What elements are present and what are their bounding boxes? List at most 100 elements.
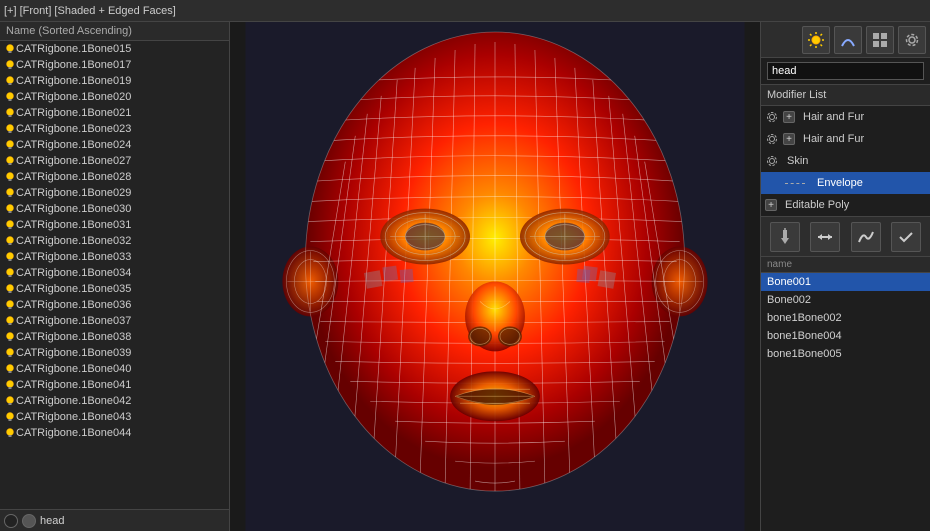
bone-list-header: name xyxy=(761,257,930,273)
list-item[interactable]: CATRigbone.1Bone024 xyxy=(0,137,229,153)
list-item[interactable]: CATRigbone.1Bone044 xyxy=(0,425,229,441)
list-item-label: CATRigbone.1Bone038 xyxy=(16,331,131,343)
list-item[interactable]: CATRigbone.1Bone037 xyxy=(0,313,229,329)
list-item[interactable]: CATRigbone.1Bone020 xyxy=(0,89,229,105)
bone-list-item[interactable]: Bone001 xyxy=(761,273,930,291)
modifier-list-label: Modifier List xyxy=(761,85,930,106)
pin-button[interactable] xyxy=(770,222,800,252)
list-item[interactable]: CATRigbone.1Bone027 xyxy=(0,153,229,169)
modifier-label: Skin xyxy=(787,155,808,167)
list-item[interactable]: CATRigbone.1Bone032 xyxy=(0,233,229,249)
list-item-label: CATRigbone.1Bone015 xyxy=(16,43,131,55)
viewport-top-bar: [+] [Front] [Shaded + Edged Faces] xyxy=(0,0,930,22)
list-item[interactable]: CATRigbone.1Bone038 xyxy=(0,329,229,345)
modifier-item[interactable]: Envelope xyxy=(761,172,930,194)
gear-mod-icon xyxy=(765,110,779,124)
modifier-item[interactable]: + Hair and Fur xyxy=(761,128,930,150)
gear-mod-icon xyxy=(765,154,779,168)
bulb-icon xyxy=(4,283,16,295)
bone-list-left[interactable]: CATRigbone.1Bone015 CATRigbone.1Bone017 CA… xyxy=(0,41,229,509)
viewport-label: [+] [Front] [Shaded + Edged Faces] xyxy=(4,5,176,17)
right-toolbar-middle xyxy=(761,217,930,257)
list-item[interactable]: CATRigbone.1Bone040 xyxy=(0,361,229,377)
bulb-icon xyxy=(4,155,16,167)
list-item-label: CATRigbone.1Bone036 xyxy=(16,299,131,311)
bone-list-item[interactable]: bone1Bone004 xyxy=(761,327,930,345)
list-item[interactable]: CATRigbone.1Bone015 xyxy=(0,41,229,57)
list-item[interactable]: CATRigbone.1Bone033 xyxy=(0,249,229,265)
bulb-icon xyxy=(4,251,16,263)
plus-box-icon[interactable]: + xyxy=(765,199,777,211)
list-item-label: CATRigbone.1Bone033 xyxy=(16,251,131,263)
curve-button[interactable] xyxy=(851,222,881,252)
bulb-icon xyxy=(4,171,16,183)
modifier-label: Editable Poly xyxy=(785,199,849,211)
list-item-label: CATRigbone.1Bone040 xyxy=(16,363,131,375)
modifier-plus-button[interactable]: + xyxy=(783,133,795,145)
bulb-icon xyxy=(4,315,16,327)
modifier-list: +Hair and Fur+Hair and FurSkinEnvelope+E… xyxy=(761,106,930,217)
list-item-label: CATRigbone.1Bone019 xyxy=(16,75,131,87)
gear-icon[interactable] xyxy=(898,26,926,54)
footer-label: head xyxy=(40,515,64,527)
bulb-icon xyxy=(4,203,16,215)
list-item-label: CATRigbone.1Bone029 xyxy=(16,187,131,199)
list-item[interactable]: CATRigbone.1Bone019 xyxy=(0,73,229,89)
list-item[interactable]: CATRigbone.1Bone028 xyxy=(0,169,229,185)
circle-dark xyxy=(4,514,18,528)
list-item[interactable]: CATRigbone.1Bone035 xyxy=(0,281,229,297)
dashed-line-icon xyxy=(785,183,805,184)
list-item-label: CATRigbone.1Bone044 xyxy=(16,427,131,439)
list-item-label: CATRigbone.1Bone028 xyxy=(16,171,131,183)
list-item[interactable]: CATRigbone.1Bone017 xyxy=(0,57,229,73)
list-item-label: CATRigbone.1Bone041 xyxy=(16,379,131,391)
list-item[interactable]: CATRigbone.1Bone023 xyxy=(0,121,229,137)
bulb-icon xyxy=(4,299,16,311)
modifier-item[interactable]: Skin xyxy=(761,150,930,172)
bulb-icon xyxy=(4,123,16,135)
list-item-label: CATRigbone.1Bone020 xyxy=(16,91,131,103)
list-item[interactable]: CATRigbone.1Bone041 xyxy=(0,377,229,393)
modifier-item[interactable]: +Hair and Fur xyxy=(761,106,930,128)
list-item-label: CATRigbone.1Bone032 xyxy=(16,235,131,247)
list-item[interactable]: CATRigbone.1Bone036 xyxy=(0,297,229,313)
list-item[interactable]: CATRigbone.1Bone043 xyxy=(0,409,229,425)
list-item[interactable]: CATRigbone.1Bone021 xyxy=(0,105,229,121)
bulb-icon xyxy=(4,75,16,87)
modifier-label: Hair and Fur xyxy=(803,133,864,145)
list-item-label: CATRigbone.1Bone042 xyxy=(16,395,131,407)
bulb-icon xyxy=(4,91,16,103)
name-field-container xyxy=(761,58,930,85)
bulb-icon xyxy=(4,379,16,391)
list-item[interactable]: CATRigbone.1Bone034 xyxy=(0,265,229,281)
check-button[interactable] xyxy=(891,222,921,252)
bone-list-item[interactable]: Bone002 xyxy=(761,291,930,309)
sun-icon[interactable] xyxy=(802,26,830,54)
list-item-label: CATRigbone.1Bone030 xyxy=(16,203,131,215)
bulb-icon xyxy=(4,59,16,71)
face-mesh-container xyxy=(230,22,760,531)
list-item[interactable]: CATRigbone.1Bone031 xyxy=(0,217,229,233)
bulb-icon xyxy=(4,235,16,247)
bulb-icon xyxy=(4,331,16,343)
bulb-icon xyxy=(4,43,16,55)
list-item[interactable]: CATRigbone.1Bone039 xyxy=(0,345,229,361)
list-item[interactable]: CATRigbone.1Bone042 xyxy=(0,393,229,409)
list-item[interactable]: CATRigbone.1Bone029 xyxy=(0,185,229,201)
arc-icon[interactable] xyxy=(834,26,862,54)
modifier-plus-button[interactable]: + xyxy=(783,111,795,123)
bone-list-right[interactable]: Bone001Bone002bone1Bone002bone1Bone004bo… xyxy=(761,273,930,531)
grid-icon[interactable] xyxy=(866,26,894,54)
viewport-3d[interactable] xyxy=(230,22,760,531)
circle-light xyxy=(22,514,36,528)
list-item-label: CATRigbone.1Bone023 xyxy=(16,123,131,135)
list-item-label: CATRigbone.1Bone021 xyxy=(16,107,131,119)
bone-list-item[interactable]: bone1Bone005 xyxy=(761,345,930,363)
object-name-input[interactable] xyxy=(767,62,924,80)
move-button[interactable] xyxy=(810,222,840,252)
bone-list-item[interactable]: bone1Bone002 xyxy=(761,309,930,327)
modifier-item[interactable]: + Editable Poly xyxy=(761,194,930,216)
list-item-label: CATRigbone.1Bone039 xyxy=(16,347,131,359)
list-item[interactable]: CATRigbone.1Bone030 xyxy=(0,201,229,217)
list-item-label: CATRigbone.1Bone027 xyxy=(16,155,131,167)
